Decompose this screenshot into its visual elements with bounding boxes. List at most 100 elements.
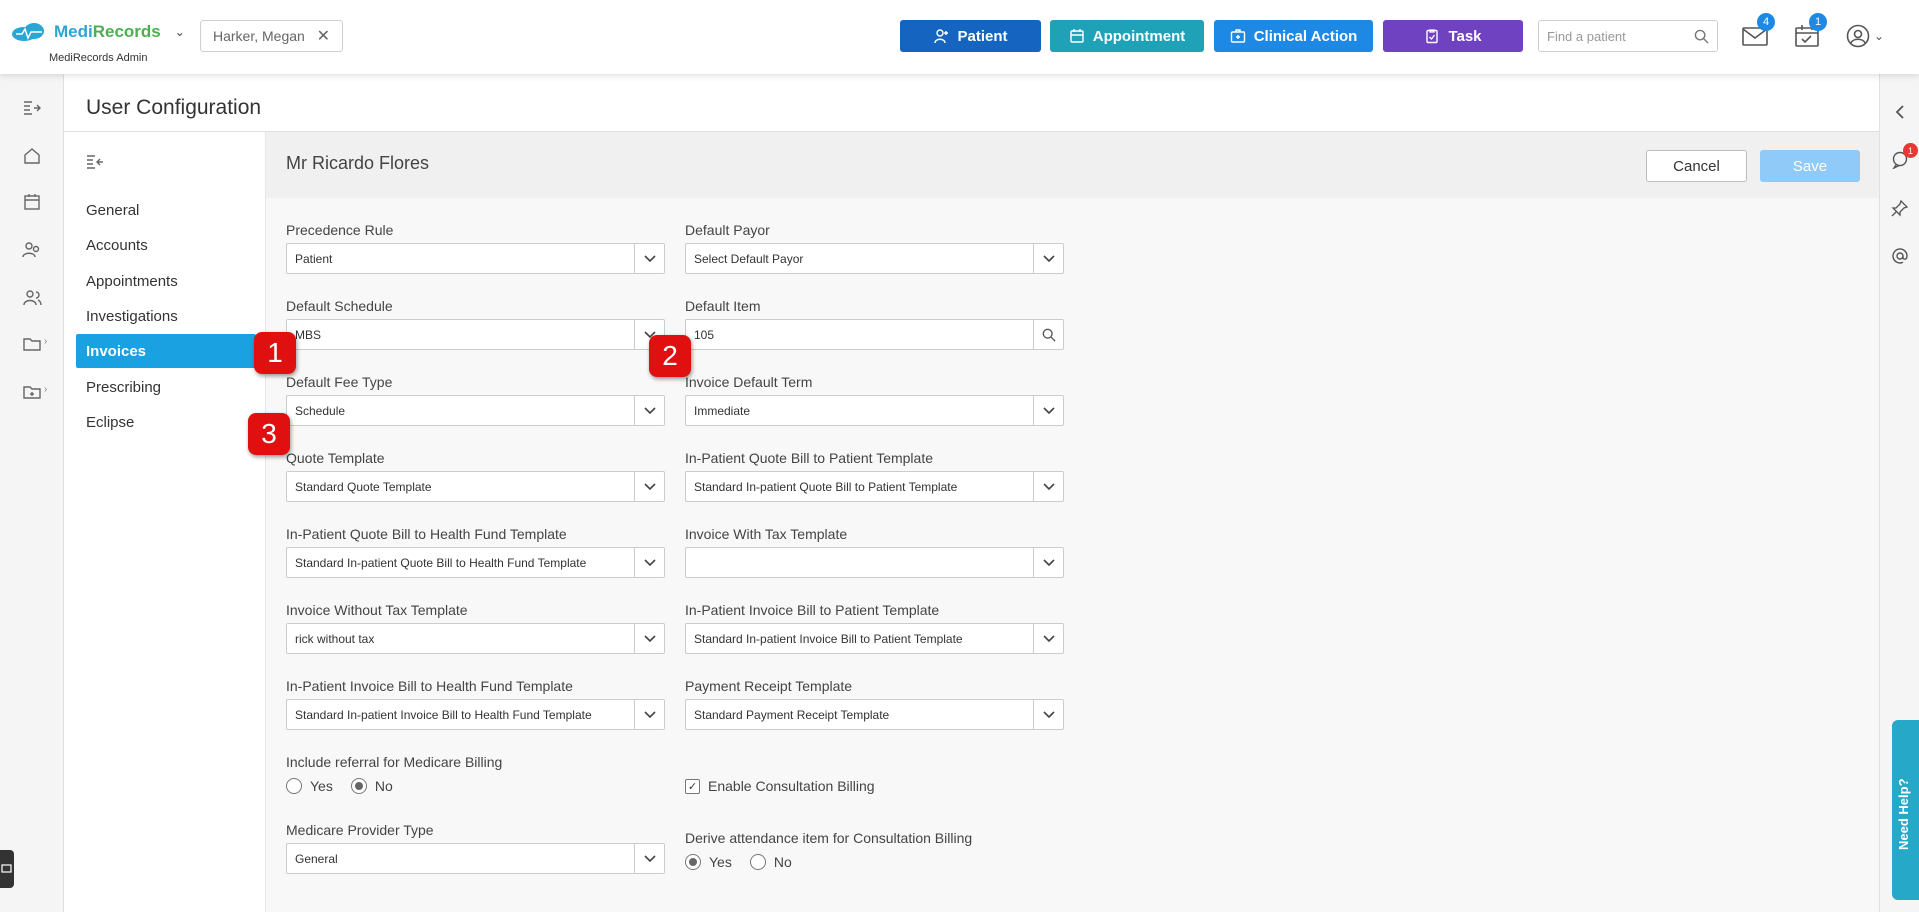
chevron-down-icon: [1033, 472, 1063, 501]
inpatient-invoice-patient-select[interactable]: Standard In-patient Invoice Bill to Pati…: [685, 623, 1064, 654]
nav-item-invoices[interactable]: Invoices: [76, 334, 256, 368]
inpatient-quote-patient-label: In-Patient Quote Bill to Patient Templat…: [685, 450, 933, 466]
invoice-default-term-label: Invoice Default Term: [685, 374, 813, 390]
invoice-with-tax-select[interactable]: [685, 547, 1064, 578]
callout-marker-1: 1: [254, 332, 296, 374]
brand-logo[interactable]: MediRecords ⌄: [10, 22, 185, 42]
derive-attendance-no-label: No: [773, 854, 792, 870]
save-button[interactable]: Save: [1760, 150, 1860, 182]
invoice-with-tax-label: Invoice With Tax Template: [685, 526, 848, 542]
default-schedule-select[interactable]: MBS: [286, 319, 665, 350]
find-patient-input[interactable]: Find a patient: [1538, 20, 1718, 52]
pin-icon[interactable]: [1890, 198, 1910, 218]
calendar-icon[interactable]: [20, 190, 44, 214]
medicare-provider-type-value: General: [295, 851, 338, 866]
clinical-action-button[interactable]: Clinical Action: [1214, 20, 1373, 52]
default-fee-type-select[interactable]: Schedule: [286, 395, 665, 426]
chevron-right-icon[interactable]: ›: [44, 336, 47, 347]
inpatient-quote-patient-select[interactable]: Standard In-patient Quote Bill to Patien…: [685, 471, 1064, 502]
chat-count-badge: 1: [1903, 143, 1918, 158]
user-menu-button[interactable]: ⌄: [1845, 22, 1885, 50]
add-patient-label: Patient: [957, 27, 1008, 45]
chevron-right-icon[interactable]: ›: [44, 384, 47, 395]
chevron-left-icon[interactable]: [1890, 102, 1910, 122]
clipboard-icon: [1426, 29, 1439, 44]
folder-add-icon[interactable]: [20, 380, 44, 404]
default-schedule-label: Default Schedule: [286, 298, 393, 314]
include-referral-no-radio[interactable]: [350, 778, 367, 794]
include-referral-label: Include referral for Medicare Billing: [286, 754, 503, 770]
patients-group-icon[interactable]: [20, 238, 44, 262]
quote-template-label: Quote Template: [286, 450, 385, 466]
nav-item-general[interactable]: General: [76, 193, 256, 227]
inpatient-quote-fund-select[interactable]: Standard In-patient Quote Bill to Health…: [286, 547, 665, 578]
nav-item-prescribing[interactable]: Prescribing: [76, 370, 256, 404]
inpatient-invoice-fund-select[interactable]: Standard In-patient Invoice Bill to Heal…: [286, 699, 665, 730]
cancel-button[interactable]: Cancel: [1646, 150, 1747, 182]
quote-template-value: Standard Quote Template: [295, 479, 432, 494]
medicare-provider-type-select[interactable]: General: [286, 843, 665, 874]
at-mention-icon[interactable]: [1890, 246, 1910, 266]
default-item-label: Default Item: [685, 298, 761, 314]
chevron-down-icon: [634, 700, 664, 729]
current-patient-chip[interactable]: Harker, Megan ✕: [200, 20, 343, 52]
invoice-without-tax-select[interactable]: rick without tax: [286, 623, 665, 654]
nav-item-accounts[interactable]: Accounts: [76, 228, 256, 262]
search-icon[interactable]: [1033, 320, 1063, 349]
collapse-menu-icon[interactable]: [86, 154, 104, 175]
nav-item-eclipse[interactable]: Eclipse: [76, 405, 256, 439]
mail-button[interactable]: 4: [1741, 13, 1775, 50]
inpatient-quote-patient-value: Standard In-patient Quote Bill to Patien…: [694, 479, 958, 494]
payment-receipt-select[interactable]: Standard Payment Receipt Template: [685, 699, 1064, 730]
users-icon[interactable]: [20, 286, 44, 310]
panel-header: Mr Ricardo Flores Cancel Save: [266, 132, 1879, 198]
nav-item-investigations[interactable]: Investigations: [76, 299, 256, 333]
inpatient-invoice-fund-label: In-Patient Invoice Bill to Health Fund T…: [286, 678, 573, 694]
cloud-logo-icon: [12, 23, 44, 41]
tasks-button[interactable]: 1: [1793, 13, 1827, 50]
home-icon[interactable]: [20, 144, 44, 168]
enable-consultation-checkbox[interactable]: ✓: [685, 778, 700, 794]
payment-receipt-value: Standard Payment Receipt Template: [694, 707, 890, 722]
derive-attendance-yes-radio[interactable]: [685, 854, 701, 870]
chevron-down-icon[interactable]: ⌄: [175, 25, 185, 39]
default-item-input[interactable]: 105: [685, 319, 1064, 350]
chevron-down-icon: [1033, 624, 1063, 653]
nav-item-appointments[interactable]: Appointments: [76, 264, 256, 298]
default-payor-select[interactable]: Select Default Payor: [685, 243, 1064, 274]
callout-marker-2: 2: [649, 335, 691, 377]
invoice-without-tax-value: rick without tax: [295, 631, 375, 646]
search-icon[interactable]: [1694, 29, 1709, 44]
chevron-down-icon: [634, 244, 664, 273]
derive-attendance-radio-group: Yes No: [685, 854, 792, 870]
medical-kit-icon: [1230, 29, 1245, 43]
chevron-down-icon: [634, 548, 664, 577]
expand-menu-icon[interactable]: [20, 96, 44, 120]
folder-icon[interactable]: [20, 332, 44, 356]
include-referral-yes-radio[interactable]: [286, 778, 302, 794]
add-task-button[interactable]: Task: [1383, 20, 1523, 52]
precedence-rule-select[interactable]: Patient: [286, 243, 665, 274]
include-referral-no-label: No: [374, 778, 393, 794]
inpatient-invoice-patient-value: Standard In-patient Invoice Bill to Pati…: [694, 631, 963, 646]
close-icon[interactable]: ✕: [317, 26, 330, 46]
quote-template-select[interactable]: Standard Quote Template: [286, 471, 665, 502]
add-patient-button[interactable]: Patient: [900, 20, 1041, 52]
derive-attendance-no-radio[interactable]: [749, 854, 766, 870]
side-drawer-handle[interactable]: [0, 850, 14, 888]
enable-consultation-billing: ✓ Enable Consultation Billing: [685, 778, 875, 794]
add-appointment-label: Appointment: [1092, 27, 1186, 45]
callout-marker-3: 3: [248, 413, 290, 455]
mail-count-badge: 4: [1757, 13, 1775, 31]
top-bar: MediRecords ⌄ MediRecords Admin Harker, …: [0, 0, 1919, 74]
inpatient-invoice-fund-value: Standard In-patient Invoice Bill to Heal…: [295, 707, 592, 722]
payment-receipt-label: Payment Receipt Template: [685, 678, 853, 694]
invoice-default-term-value: Immediate: [694, 403, 751, 418]
calendar-icon: [1070, 29, 1084, 43]
need-help-tab[interactable]: Need Help?: [1892, 720, 1919, 900]
derive-attendance-label: Derive attendance item for Consultation …: [685, 830, 973, 846]
invoice-default-term-select[interactable]: Immediate: [685, 395, 1064, 426]
chevron-down-icon: [1033, 548, 1063, 577]
add-appointment-button[interactable]: Appointment: [1050, 20, 1204, 52]
chat-icon[interactable]: 1: [1890, 143, 1918, 170]
